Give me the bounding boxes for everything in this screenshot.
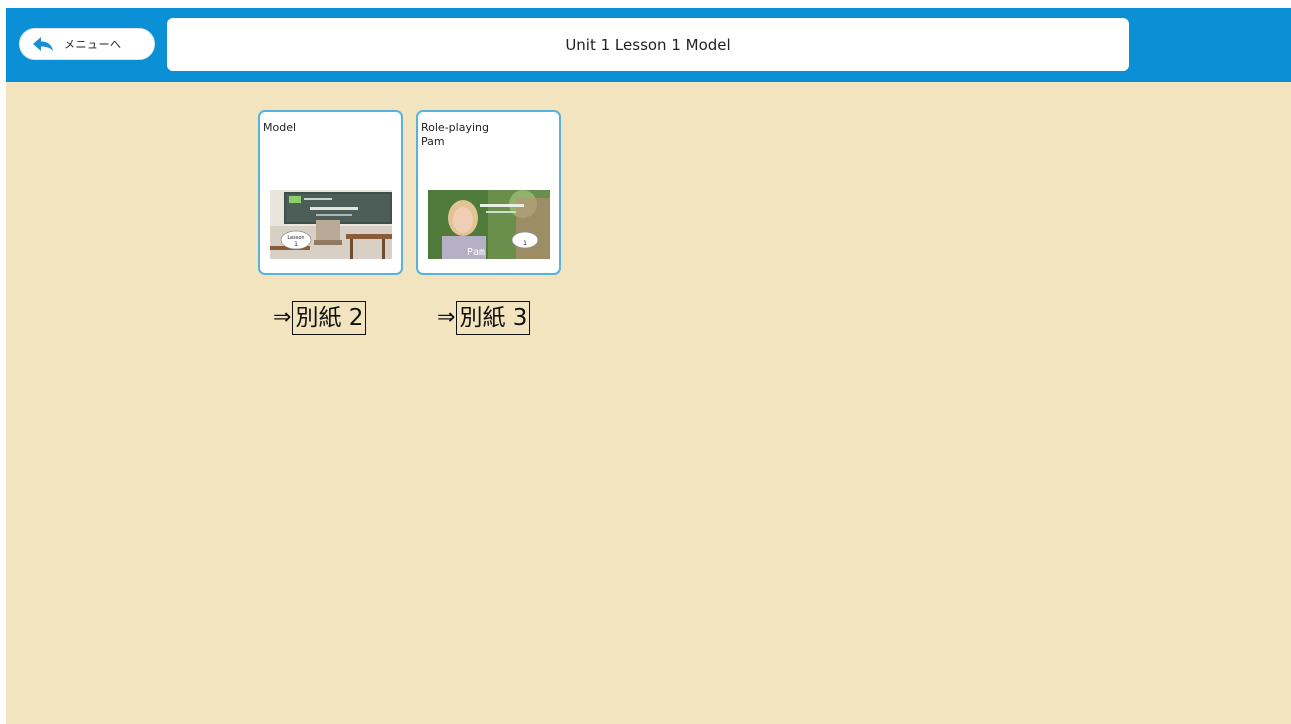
back-button-label: メニューへ <box>64 38 122 51</box>
video-card-role-playing-pam[interactable]: Role-playing Pam 1 Pam <box>416 110 561 275</box>
thumb-pam-text: Pam <box>467 247 485 258</box>
reference-text: 別紙 2 <box>292 300 367 335</box>
back-to-menu-button[interactable]: メニューへ <box>19 28 155 60</box>
card-thumbnail: 1 Pam <box>428 190 550 259</box>
app-frame: メニューへ Unit 1 Lesson 1 Model Model Lesson… <box>6 8 1291 724</box>
top-bar: メニューへ Unit 1 Lesson 1 Model <box>6 8 1291 82</box>
thumb-lesson-number: 1 <box>523 240 527 247</box>
back-arrow-icon <box>32 35 54 53</box>
page-title-box: Unit 1 Lesson 1 Model <box>167 18 1129 71</box>
reference-label-2: ⇒ 別紙 3 <box>437 299 531 336</box>
card-title: Model <box>263 121 297 134</box>
card-title: Role-playing Pam <box>421 121 489 148</box>
reference-text: 別紙 3 <box>456 300 531 335</box>
card-thumbnail: Lesson 1 <box>270 190 392 259</box>
right-double-arrow-icon: ⇒ <box>437 305 456 330</box>
right-double-arrow-icon: ⇒ <box>273 305 292 330</box>
page-title: Unit 1 Lesson 1 Model <box>565 35 731 54</box>
thumb-lesson-number: 1 <box>294 241 298 248</box>
reference-label-1: ⇒ 別紙 2 <box>273 299 367 336</box>
video-card-model[interactable]: Model Lesson 1 <box>258 110 403 275</box>
